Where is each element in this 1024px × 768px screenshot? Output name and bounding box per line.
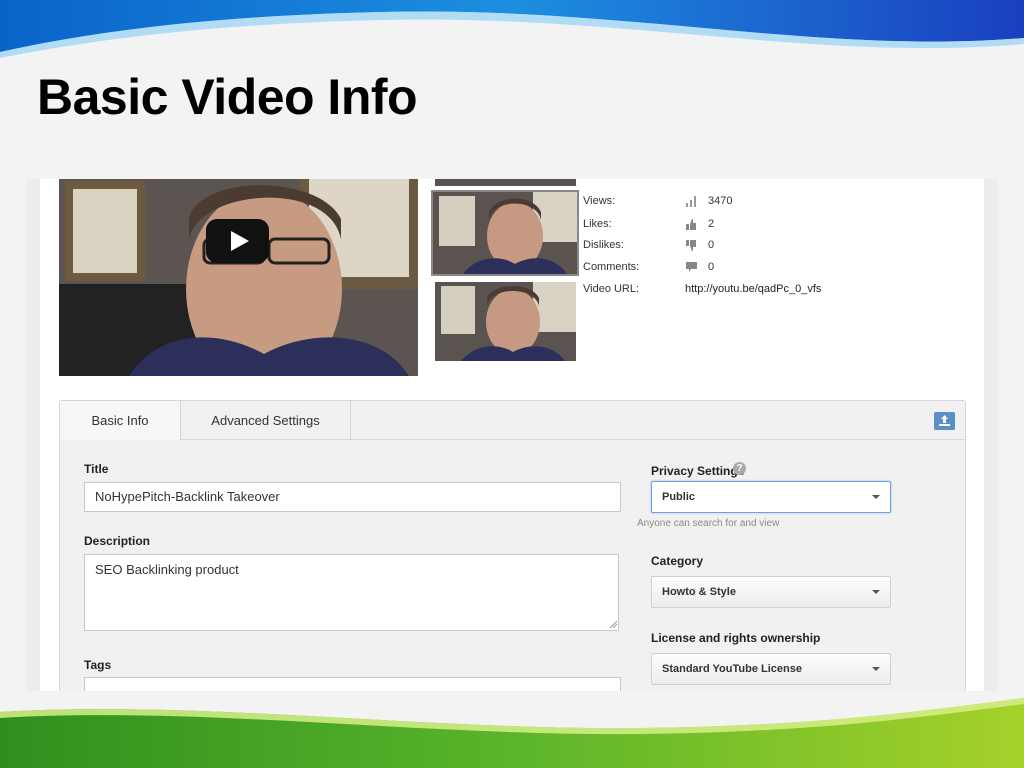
license-selected-value: Standard YouTube License	[662, 663, 802, 675]
license-select[interactable]: Standard YouTube License	[651, 653, 891, 685]
license-label: License and rights ownership	[651, 631, 821, 645]
description-label: Description	[84, 534, 151, 548]
comments-label: Comments:	[583, 261, 640, 273]
tab-basic-info[interactable]: Basic Info	[60, 401, 181, 440]
youtube-screenshot: Views: 3470 Likes: 2 Dislikes: 0 Comment…	[26, 179, 998, 691]
category-selected-value: Howto & Style	[662, 586, 736, 598]
upload-button[interactable]	[934, 412, 955, 430]
thumbnail-image	[435, 282, 576, 361]
chevron-down-icon	[872, 667, 880, 671]
tags-label: Tags	[84, 658, 112, 672]
title-input[interactable]: NoHypePitch-Backlink Takeover	[84, 482, 621, 512]
views-label: Views:	[583, 195, 616, 207]
video-settings-panel: Basic Info Advanced Settings	[59, 400, 966, 691]
play-icon	[231, 231, 249, 251]
bar-chart-icon	[686, 196, 696, 207]
resize-handle-icon[interactable]	[609, 620, 618, 629]
thumbnail-image	[433, 192, 577, 274]
help-icon[interactable]: ?	[733, 462, 746, 475]
thumbs-up-icon	[686, 219, 696, 230]
video-url-link[interactable]: http://youtu.be/qadPc_0_vfs	[685, 283, 821, 295]
bottom-wave-decoration	[0, 698, 1024, 768]
likes-value: 2	[708, 218, 715, 230]
chevron-down-icon	[872, 495, 880, 499]
privacy-hint: Anyone can search for and view	[637, 518, 780, 529]
upload-icon	[939, 415, 950, 426]
category-select[interactable]: Howto & Style	[651, 576, 891, 608]
dislikes-label: Dislikes:	[583, 239, 624, 251]
comments-value: 0	[708, 261, 715, 273]
play-button[interactable]	[206, 219, 269, 263]
top-wave-decoration	[0, 0, 1024, 58]
title-label: Title	[84, 462, 109, 476]
thumbnail-option-selected[interactable]	[431, 190, 579, 276]
dislikes-value: 0	[708, 239, 715, 251]
description-textarea[interactable]: SEO Backlinking product	[84, 554, 619, 631]
slide-title: Basic Video Info	[37, 69, 418, 125]
privacy-selected-value: Public	[662, 491, 696, 503]
privacy-label: Privacy Settings	[651, 464, 745, 478]
thumbnail-option[interactable]	[435, 282, 576, 361]
url-label: Video URL:	[583, 283, 640, 295]
views-value: 3470	[708, 195, 733, 207]
comment-icon	[686, 262, 697, 272]
chevron-down-icon	[872, 590, 880, 594]
thumbnail-option-top-partial[interactable]	[435, 179, 576, 186]
thumbs-down-icon	[686, 240, 696, 251]
tab-advanced-settings[interactable]: Advanced Settings	[181, 401, 351, 439]
video-info-page: Views: 3470 Likes: 2 Dislikes: 0 Comment…	[40, 179, 984, 691]
video-frame	[59, 179, 418, 376]
tab-bar: Basic Info Advanced Settings	[60, 401, 965, 440]
likes-label: Likes:	[583, 218, 612, 230]
privacy-select[interactable]: Public	[651, 481, 891, 513]
category-label: Category	[651, 554, 704, 568]
video-player[interactable]	[59, 179, 418, 376]
tags-input[interactable]	[84, 677, 621, 691]
